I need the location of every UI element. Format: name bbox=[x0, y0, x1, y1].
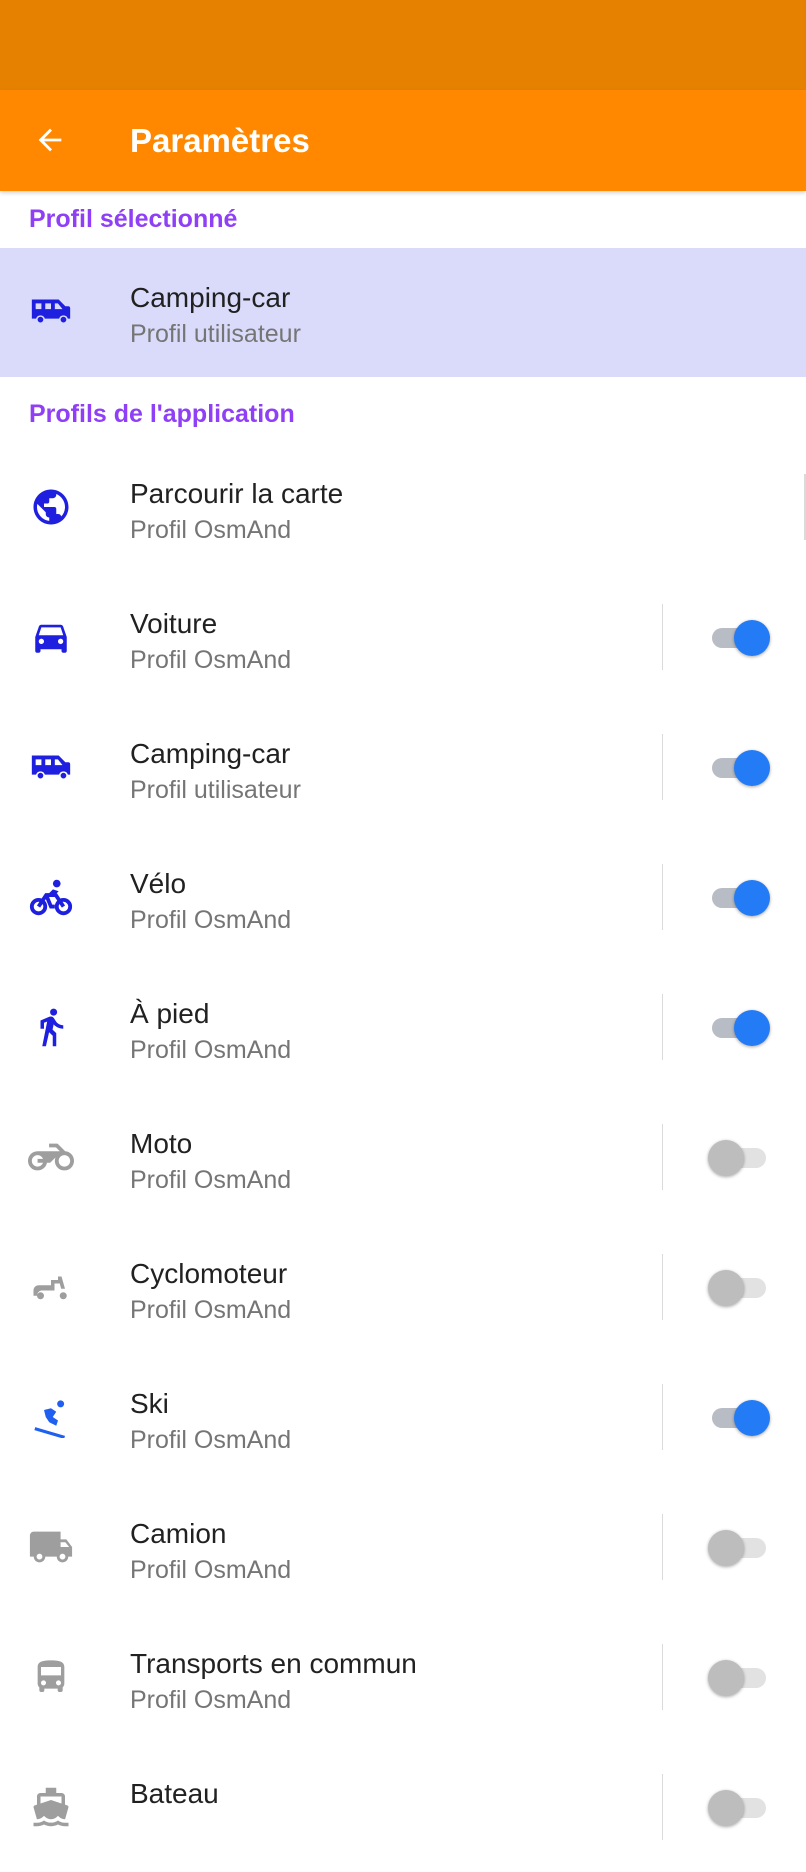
profile-row-car[interactable]: Voiture Profil OsmAnd bbox=[0, 572, 806, 702]
car-icon bbox=[22, 608, 80, 666]
profile-row-bicycle[interactable]: Vélo Profil OsmAnd bbox=[0, 832, 806, 962]
divider bbox=[662, 1384, 663, 1450]
profile-row-ski[interactable]: Ski Profil OsmAnd bbox=[0, 1352, 806, 1482]
scooter-icon bbox=[22, 1258, 80, 1316]
motorcycle-icon bbox=[22, 1128, 80, 1186]
profile-subtitle: Profil OsmAnd bbox=[130, 646, 292, 674]
profile-subtitle: Profil OsmAnd bbox=[130, 516, 292, 544]
divider bbox=[662, 1644, 663, 1710]
profile-subtitle: Profil OsmAnd bbox=[130, 1166, 292, 1194]
profile-title: Cyclomoteur bbox=[130, 1258, 288, 1289]
profile-title: Voiture bbox=[130, 608, 218, 639]
divider bbox=[662, 604, 663, 670]
profile-subtitle: Profil utilisateur bbox=[130, 776, 301, 804]
divider bbox=[662, 864, 663, 930]
bicycle-icon bbox=[22, 868, 80, 926]
motorhome-icon bbox=[22, 738, 80, 796]
profile-subtitle: Profil OsmAnd bbox=[130, 1686, 292, 1714]
profile-row-boat[interactable]: Bateau bbox=[0, 1742, 806, 1872]
divider bbox=[662, 734, 663, 800]
divider bbox=[662, 1124, 663, 1190]
ski-icon bbox=[22, 1388, 80, 1446]
profile-subtitle: Profil OsmAnd bbox=[130, 1296, 292, 1324]
profile-row-public-transport[interactable]: Transports en commun Profil OsmAnd bbox=[0, 1612, 806, 1742]
profile-title: Moto bbox=[130, 1128, 193, 1159]
profile-title: Bateau bbox=[130, 1778, 219, 1809]
profile-subtitle: Profil OsmAnd bbox=[130, 1036, 292, 1064]
profile-title: Ski bbox=[130, 1388, 169, 1419]
profile-title: Vélo bbox=[130, 868, 187, 899]
globe-icon bbox=[22, 478, 80, 536]
selected-profile-title: Camping-car bbox=[130, 282, 291, 313]
selected-profile-row[interactable]: Camping-car Profil utilisateur bbox=[0, 248, 806, 377]
profile-title: Camping-car bbox=[130, 738, 291, 769]
bus-icon bbox=[22, 1648, 80, 1706]
section-header-app-profiles: Profils de l'application bbox=[29, 400, 295, 428]
section-header-selected-profile: Profil sélectionné bbox=[29, 205, 238, 233]
toggle-switch-truck[interactable] bbox=[708, 1530, 772, 1566]
toggle-switch-boat[interactable] bbox=[708, 1790, 772, 1826]
divider bbox=[662, 1514, 663, 1580]
profile-row-browse-map[interactable]: Parcourir la carte Profil OsmAnd bbox=[0, 442, 806, 572]
divider bbox=[662, 1774, 663, 1840]
toggle-switch-public-transport[interactable] bbox=[708, 1660, 772, 1696]
app-bar: Paramètres bbox=[0, 90, 806, 191]
profile-title: À pied bbox=[130, 998, 210, 1029]
profile-title: Camion bbox=[130, 1518, 227, 1549]
profile-row-scooter[interactable]: Cyclomoteur Profil OsmAnd bbox=[0, 1222, 806, 1352]
toggle-switch-bicycle[interactable] bbox=[712, 880, 772, 916]
toggle-switch-car[interactable] bbox=[712, 620, 772, 656]
back-button[interactable] bbox=[22, 112, 78, 168]
selected-profile-subtitle: Profil utilisateur bbox=[130, 320, 301, 348]
divider bbox=[662, 1254, 663, 1320]
toggle-switch-ski[interactable] bbox=[712, 1400, 772, 1436]
profile-title: Parcourir la carte bbox=[130, 478, 344, 509]
profile-subtitle: Profil OsmAnd bbox=[130, 1556, 292, 1584]
profile-row-truck[interactable]: Camion Profil OsmAnd bbox=[0, 1482, 806, 1612]
status-bar bbox=[0, 0, 806, 90]
profile-title: Transports en commun bbox=[130, 1648, 417, 1679]
profile-subtitle: Profil OsmAnd bbox=[130, 906, 292, 934]
profile-row-motorcycle[interactable]: Moto Profil OsmAnd bbox=[0, 1092, 806, 1222]
profile-subtitle: Profil OsmAnd bbox=[130, 1426, 292, 1454]
pedestrian-icon bbox=[22, 998, 80, 1056]
truck-icon bbox=[22, 1518, 80, 1576]
boat-icon bbox=[22, 1778, 80, 1836]
page-title: Paramètres bbox=[130, 122, 310, 159]
motorhome-icon bbox=[22, 282, 80, 340]
divider bbox=[662, 994, 663, 1060]
toggle-switch-motorcycle[interactable] bbox=[708, 1140, 772, 1176]
toggle-switch-scooter[interactable] bbox=[708, 1270, 772, 1306]
profile-row-pedestrian[interactable]: À pied Profil OsmAnd bbox=[0, 962, 806, 1092]
profile-row-motorhome[interactable]: Camping-car Profil utilisateur bbox=[0, 702, 806, 832]
toggle-switch-motorhome[interactable] bbox=[712, 750, 772, 786]
toggle-switch-pedestrian[interactable] bbox=[712, 1010, 772, 1046]
arrow-left-icon bbox=[33, 123, 67, 157]
